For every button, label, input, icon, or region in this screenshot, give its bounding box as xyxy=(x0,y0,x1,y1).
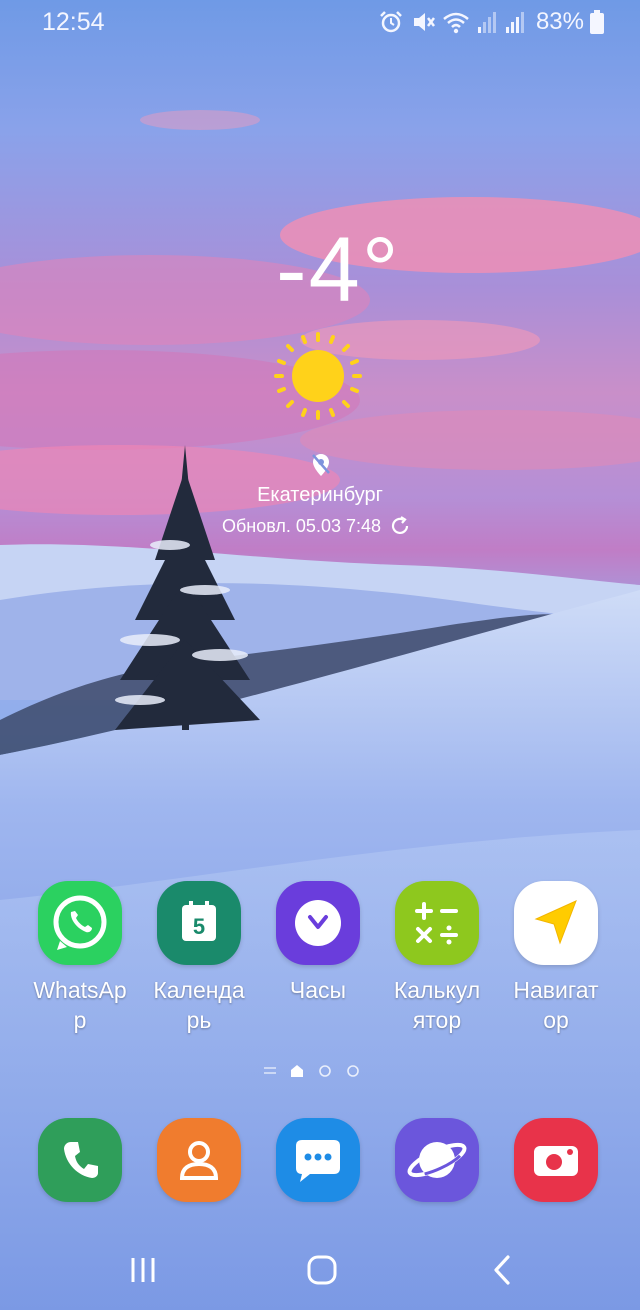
calendar-icon: 5 xyxy=(157,881,241,965)
wifi-icon xyxy=(443,12,469,34)
wallpaper xyxy=(0,110,640,1310)
battery-level: 83% xyxy=(535,8,584,35)
app-label: Калькул ятор xyxy=(393,977,481,1033)
home-page-icon xyxy=(291,1065,303,1077)
status-icons: 83% xyxy=(378,8,604,36)
app-calculator[interactable]: Калькул ятор xyxy=(382,881,492,1035)
calendar-day: 5 xyxy=(193,914,205,939)
alarm-icon xyxy=(380,11,402,33)
dock-messages[interactable] xyxy=(263,1118,373,1202)
weather-updated-text: Обновл. 05.03 7:48 xyxy=(222,515,381,536)
dock-contacts[interactable] xyxy=(144,1118,254,1202)
sun-icon xyxy=(274,332,362,420)
app-navigator[interactable]: Навигат ор xyxy=(501,881,611,1035)
whatsapp-icon xyxy=(38,881,122,965)
home-lines-icon xyxy=(264,1067,276,1074)
page-dot-3 xyxy=(347,1065,359,1077)
dock-camera[interactable] xyxy=(501,1118,611,1202)
location-off-icon xyxy=(312,454,330,476)
mute-icon xyxy=(413,13,435,31)
app-whatsapp[interactable]: WhatsAp р xyxy=(25,881,135,1035)
messages-icon xyxy=(276,1118,360,1202)
dock-phone[interactable] xyxy=(25,1118,135,1202)
page-dot-2 xyxy=(319,1065,331,1077)
battery-icon xyxy=(590,10,604,34)
temperature: -4° xyxy=(276,219,401,321)
signal-1-icon xyxy=(477,12,496,33)
calculator-icon xyxy=(395,881,479,965)
app-clock[interactable]: Часы xyxy=(263,881,373,1005)
clock-icon xyxy=(276,881,360,965)
app-label: Календа рь xyxy=(153,977,245,1033)
app-label: Часы xyxy=(289,977,347,1003)
phone-icon xyxy=(38,1118,122,1202)
app-calendar[interactable]: 5 Календа рь xyxy=(144,881,254,1035)
page-indicator[interactable] xyxy=(264,1064,360,1078)
weather-city: Екатеринбург xyxy=(257,484,383,506)
recent-apps-button[interactable] xyxy=(128,1252,160,1288)
internet-icon xyxy=(395,1118,479,1202)
contacts-icon xyxy=(157,1118,241,1202)
navigator-icon xyxy=(514,881,598,965)
status-bar: 12:54 83% xyxy=(0,0,640,46)
navigation-bar xyxy=(0,1238,640,1310)
signal-2-icon xyxy=(505,12,524,33)
app-label: Навигат ор xyxy=(513,977,599,1033)
back-button[interactable] xyxy=(488,1252,518,1288)
app-label: WhatsAp р xyxy=(33,977,127,1033)
camera-icon xyxy=(514,1118,598,1202)
weather-updated: Обновл. 05.03 7:48 xyxy=(222,515,411,537)
dock-internet[interactable] xyxy=(382,1118,492,1202)
home-button[interactable] xyxy=(304,1252,340,1288)
refresh-icon[interactable] xyxy=(389,515,411,537)
clock-time: 12:54 xyxy=(42,8,105,36)
